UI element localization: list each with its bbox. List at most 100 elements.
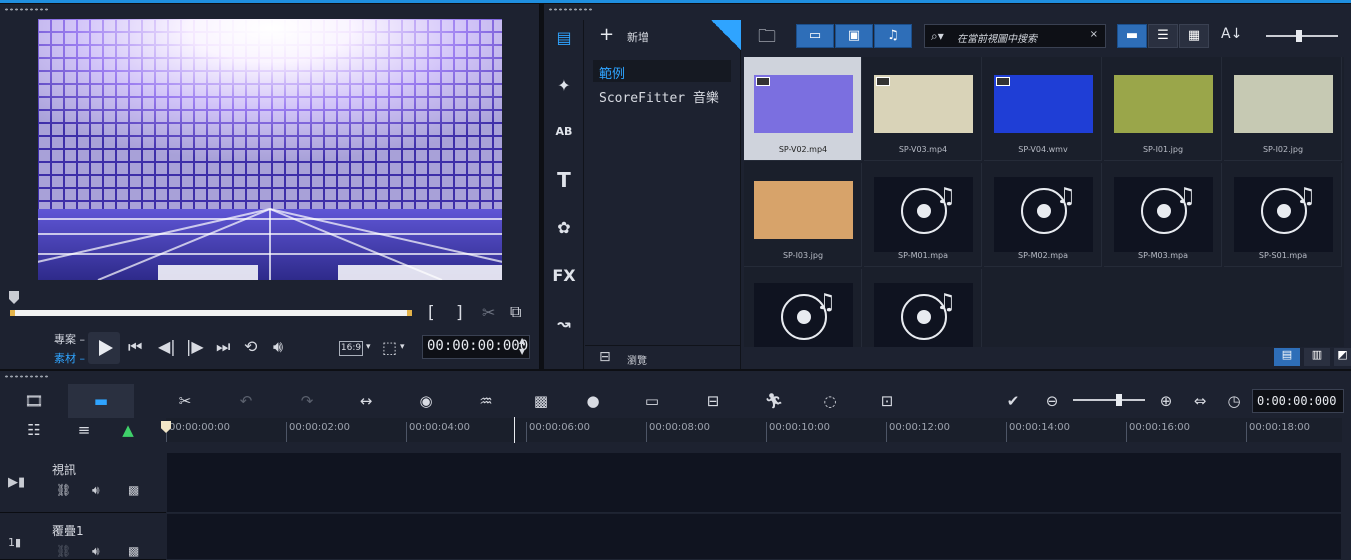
subtitle-icon[interactable]: ▭ — [640, 390, 664, 412]
redo-icon[interactable]: ↷ — [295, 390, 319, 412]
media-item[interactable]: SP-I01.jpg — [1104, 57, 1222, 161]
track-grid-icon[interactable]: ▩ — [128, 544, 139, 558]
preview-timecode[interactable]: 00:00:00:000 — [422, 335, 530, 359]
track-body-overlay[interactable] — [167, 514, 1341, 560]
aspect-dropdown-icon[interactable]: ▾ — [366, 342, 371, 352]
path-icon[interactable]: ↝ — [550, 310, 578, 338]
text-icon[interactable]: T — [550, 166, 578, 194]
crop-dropdown-icon[interactable]: ▾ — [400, 342, 405, 352]
track-header-overlay[interactable]: 1▮ 覆疊1 ⛓ 🔊︎ ▩ — [0, 514, 166, 560]
zoom-slider[interactable] — [1073, 394, 1145, 406]
mark-out-icon[interactable]: ] — [456, 303, 463, 323]
thumb-size-slider[interactable] — [1266, 30, 1338, 42]
clock-icon[interactable]: ◷ — [1222, 390, 1246, 412]
folder-item-scorefitter[interactable]: ScoreFitter 音樂 — [593, 84, 731, 106]
track-volume-icon[interactable]: 🔊︎ — [92, 483, 100, 498]
media-item[interactable]: SP-I03.jpg — [744, 163, 862, 267]
mark-in-icon[interactable]: [ — [428, 303, 435, 323]
media-icon[interactable]: ▤ — [550, 24, 578, 52]
grid-view-button[interactable]: ▦ — [1179, 24, 1209, 48]
enable-disable-icon[interactable]: ✔ — [1001, 390, 1025, 412]
panel-grip[interactable] — [4, 375, 48, 378]
import-folder-icon[interactable]: 🗀︎ — [758, 24, 776, 54]
library-footer-view-1[interactable]: ▤ — [1274, 348, 1300, 366]
browse-bar[interactable]: ⊟ 瀏覽 — [585, 345, 741, 369]
media-item[interactable]: SP-V02.mp4 — [744, 57, 862, 161]
show-videos-button[interactable]: ▭ — [796, 24, 834, 48]
next-frame-button[interactable]: |▶ — [186, 337, 204, 356]
fit-timeline-icon[interactable]: ⇔ — [1188, 390, 1212, 412]
timecode-stepper[interactable]: ▲ ▼ — [519, 335, 525, 357]
library-footer-view-2[interactable]: ▥ — [1304, 348, 1330, 366]
media-item[interactable]: SP-V04.wmv — [984, 57, 1102, 161]
title-icon[interactable]: AB — [550, 118, 578, 146]
media-item[interactable]: ♫ SP-M01.mpa — [864, 163, 982, 267]
preview-playhead-icon[interactable] — [9, 291, 19, 305]
home-button[interactable]: ⏮ — [128, 337, 142, 357]
timeline-timecode[interactable]: 0:00:00:000 — [1252, 389, 1344, 413]
multi-camera-icon[interactable]: ⊟ — [701, 390, 725, 412]
media-item[interactable]: SP-I02.jpg — [1224, 57, 1342, 161]
link-icon[interactable]: ⛓ — [56, 544, 71, 558]
add-folder-icon[interactable]: + — [599, 24, 614, 45]
aspect-ratio-button[interactable]: 16:9 — [339, 341, 363, 356]
volume-icon[interactable]: 🔊︎ — [273, 337, 283, 357]
zoom-out-icon[interactable]: ⊖ — [1040, 390, 1064, 412]
search-input[interactable]: ⌕▾ 在當前視圖中搜索 × — [924, 24, 1106, 48]
motion-icon[interactable]: 🏃︎ — [762, 390, 786, 412]
repeat-icon[interactable]: ⟲ — [244, 337, 257, 356]
previous-frame-button[interactable]: ◀| — [158, 337, 176, 356]
show-photos-button[interactable]: ▣ — [835, 24, 873, 48]
panel-grip[interactable] — [548, 8, 592, 11]
record-capture-icon[interactable]: ◉ — [414, 390, 438, 412]
zoom-in-icon[interactable]: ⊕ — [1154, 390, 1178, 412]
mode-clip[interactable]: 素材 – — [54, 350, 85, 366]
media-item[interactable]: ♫ — [864, 269, 982, 347]
auto-music-icon[interactable]: ▩ — [529, 390, 553, 412]
add-folder-label[interactable]: 新增 — [627, 29, 649, 45]
preview-scrubber[interactable] — [10, 310, 412, 316]
add-chapter-icon[interactable]: ≡ — [72, 419, 96, 441]
track-body-video[interactable] — [167, 453, 1341, 513]
pan-zoom-icon[interactable]: ⊡ — [875, 390, 899, 412]
timeline-ruler[interactable]: 00:00:00:00 00:00:02:00 00:00:04:00 00:00:0… — [166, 418, 1342, 442]
undo-icon[interactable]: ↶ — [234, 390, 258, 412]
media-item[interactable]: ♫ — [744, 269, 862, 347]
folder-item-samples[interactable]: 範例 — [593, 60, 731, 82]
sound-mixer-icon[interactable]: ♒ — [474, 390, 498, 412]
end-button[interactable]: ⏭ — [216, 337, 230, 357]
graphic-icon[interactable]: ✿ — [550, 214, 578, 242]
crop-icon[interactable]: ⬚ — [382, 338, 397, 357]
library-footer-view-3[interactable]: ◩ — [1334, 348, 1351, 366]
sort-icon[interactable]: A↓ — [1221, 26, 1242, 42]
split-clip-icon[interactable]: ✂ — [482, 303, 495, 322]
list-view-button[interactable]: ☰ — [1148, 24, 1178, 48]
mode-project[interactable]: 專案 – — [54, 331, 85, 347]
link-icon[interactable]: ⛓ — [56, 483, 71, 497]
zoom-slider-knob[interactable] — [1116, 394, 1122, 406]
show-audio-button[interactable]: ♫ — [874, 24, 912, 48]
storyboard-view-icon[interactable]: 🎞︎ — [22, 390, 46, 412]
media-item[interactable]: SP-V03.mp4 — [864, 57, 982, 161]
thumb-size-slider-knob[interactable] — [1296, 30, 1302, 42]
track-header-video[interactable]: ▶▮ 視訊 ⛓ 🔊︎ ▩ — [0, 453, 166, 513]
ripple-edit-icon[interactable]: ▲ — [116, 419, 140, 441]
tools-icon[interactable]: ✂ — [173, 390, 197, 412]
panel-grip[interactable] — [4, 8, 48, 11]
track-volume-icon[interactable]: 🔊︎ — [92, 544, 100, 559]
motion-tracking-icon[interactable]: ● — [581, 390, 605, 412]
mask-creator-icon[interactable]: ◌ — [818, 390, 842, 412]
transition-icon[interactable]: ✦ — [550, 72, 578, 100]
fit-project-icon[interactable]: ↔ — [354, 390, 378, 412]
media-item[interactable]: ♫ SP-M02.mpa — [984, 163, 1102, 267]
track-grid-icon[interactable]: ▩ — [128, 483, 139, 497]
media-item[interactable]: ♫ SP-M03.mpa — [1104, 163, 1222, 267]
track-manager-icon[interactable]: ☷ — [22, 419, 46, 441]
snapshot-icon[interactable]: ⧉ — [510, 302, 521, 322]
filter-icon[interactable]: FX — [550, 262, 578, 290]
thumbnail-view-button[interactable]: ▬ — [1117, 24, 1147, 48]
timeline-view-button[interactable]: ▬ — [68, 384, 134, 418]
pin-icon[interactable] — [711, 20, 741, 50]
media-item[interactable]: ♫ SP-S01.mpa — [1224, 163, 1342, 267]
clear-search-icon[interactable]: × — [1090, 29, 1098, 40]
